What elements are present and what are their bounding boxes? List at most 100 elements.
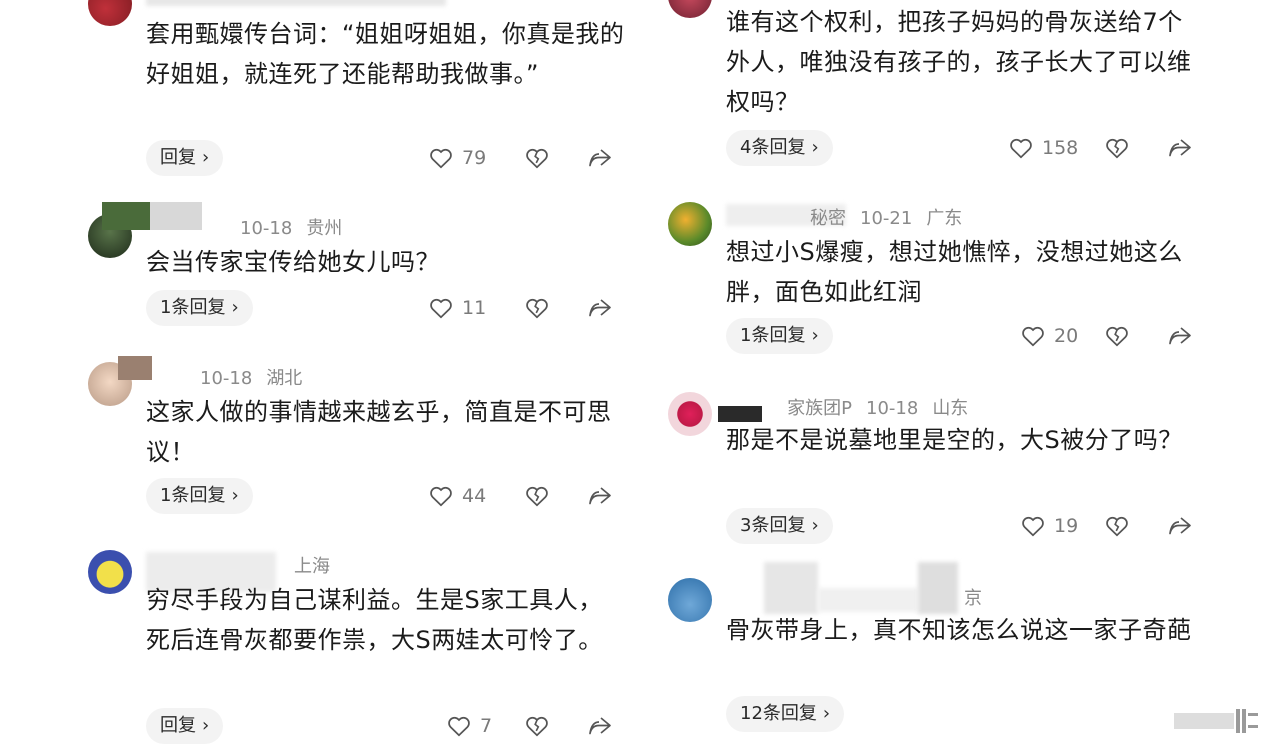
like-count: 79 [462,147,487,169]
share-arrow-icon[interactable] [586,295,614,321]
comment-actions: 44 [428,478,628,514]
watermark-icon [1174,709,1258,733]
chevron-right-icon: › [202,715,210,736]
user-name[interactable]: 秘密 [726,204,846,230]
like-button[interactable]: 158 [1008,130,1078,166]
share-arrow-icon[interactable] [1166,135,1194,161]
comment-region: 广东 [926,208,963,229]
comment-meta: 10-18 湖北 [146,364,316,390]
heart-outline-icon [430,298,452,319]
reply-label: 3条回复 [740,515,806,536]
meta-blurred [146,0,446,6]
like-button[interactable]: 7 [446,708,492,744]
like-count: 11 [462,297,487,319]
comment-actions: 79 [428,140,628,176]
reply-label: 1条回复 [160,297,226,318]
comment-text: 套用甄嬛传台词：“姐姐呀姐姐，你真是我的好姐姐，就连死了还能帮助我做事。” [146,20,625,88]
comment-actions: 20 [1008,318,1208,354]
chevron-right-icon: › [811,325,819,346]
comment-date: 10-18 [240,218,293,239]
user-name[interactable]: 家族团P [726,394,852,420]
reply-button[interactable]: 4条回复 › [726,130,833,166]
comment-region: 上海 [294,556,330,577]
like-count: 158 [1042,137,1079,159]
comment-region: 京 [964,588,982,609]
broken-heart-icon[interactable] [524,483,550,509]
reply-button[interactable]: 1条回复 › [146,478,253,514]
like-count: 7 [480,715,493,737]
reply-label: 12条回复 [740,703,817,724]
like-button[interactable]: 79 [428,140,486,176]
comment-text: 穷尽手段为自己谋利益。生是S家工具人，死后连骨灰都要作祟，大S两娃太可怜了。 [146,586,603,654]
comment-region: 湖北 [266,368,303,389]
reply-button[interactable]: 回复 › [146,708,224,744]
heart-outline-icon [1010,138,1032,159]
comment-column-right: 谁有这个权利，把孩子妈妈的骨灰送给7个外人，唯独没有孩子的，孩子长大了可以维权吗… [668,0,1228,751]
like-button[interactable]: 44 [428,478,486,514]
broken-heart-icon[interactable] [524,145,550,171]
chevron-right-icon: › [231,297,239,318]
reply-label: 回复 [160,715,196,736]
comment-meta: 上海 [146,552,344,578]
heart-outline-icon [430,148,452,169]
broken-heart-icon[interactable] [1104,323,1130,349]
comment-text: 骨灰带身上，真不知该怎么说这一家子奇葩 [726,616,1192,644]
comment-date: 10-21 [860,208,913,229]
reply-button[interactable]: 1条回复 › [726,318,833,354]
comment-meta: 家族团P 10-18 山东 [726,394,982,420]
heart-outline-icon [1022,516,1044,537]
reply-button[interactable]: 回复 › [146,140,224,176]
reply-label: 1条回复 [740,325,806,346]
comment-date: 10-18 [866,398,919,419]
user-avatar[interactable] [668,202,712,246]
chevron-right-icon: › [822,703,831,724]
like-button[interactable]: 11 [428,290,486,326]
user-avatar[interactable] [668,578,712,622]
broken-heart-icon[interactable] [524,295,550,321]
reply-button[interactable]: 12条回复 › [726,696,845,732]
comment-actions: 7 [428,708,628,744]
share-arrow-icon[interactable] [586,145,614,171]
comment-actions: 158 [1008,130,1208,166]
comment-meta: 京 [726,584,996,610]
reply-label: 1条回复 [160,485,226,506]
share-arrow-icon[interactable] [586,483,614,509]
heart-outline-icon [448,716,470,737]
user-avatar[interactable] [88,0,132,26]
comment-text: 谁有这个权利，把孩子妈妈的骨灰送给7个外人，唯独没有孩子的，孩子长大了可以维权吗… [726,8,1192,116]
chevron-right-icon: › [202,147,210,168]
reply-button[interactable]: 1条回复 › [146,290,253,326]
chevron-right-icon: › [811,515,819,536]
reply-label: 4条回复 [740,137,806,158]
broken-heart-icon[interactable] [1104,513,1130,539]
reply-button[interactable]: 3条回复 › [726,508,833,544]
heart-outline-icon [1022,326,1044,347]
watermark-logo [1174,703,1260,737]
comment-region: 贵州 [306,218,343,239]
like-count: 19 [1054,515,1079,537]
chevron-right-icon: › [811,137,819,158]
share-arrow-icon[interactable] [1166,513,1194,539]
comment-text: 想过小S爆瘦，想过她憔悴，没想过她这么胖，面色如此红润 [726,238,1183,306]
comment-meta: 秘密 10-21 广东 [726,204,976,230]
comment-date: 10-18 [200,368,253,389]
comment-column-left: 套用甄嬛传台词：“姐姐呀姐姐，你真是我的好姐姐，就连死了还能帮助我做事。” 回复… [88,0,648,751]
like-count: 20 [1054,325,1079,347]
like-count: 44 [462,485,487,507]
user-avatar[interactable] [668,0,712,18]
comment-meta: 10-18 贵州 [146,214,356,240]
comment-text: 这家人做的事情越来越玄乎，简直是不可思议！ [146,398,612,466]
comment-text: 会当传家宝传给她女儿吗？ [146,248,440,276]
broken-heart-icon[interactable] [1104,135,1130,161]
broken-heart-icon[interactable] [524,713,550,739]
comment-region: 山东 [932,398,969,419]
user-avatar[interactable] [88,550,132,594]
reply-label: 回复 [160,147,196,168]
like-button[interactable]: 20 [1020,318,1078,354]
comment-text: 那是不是说墓地里是空的，大S被分了吗？ [726,426,1183,454]
user-avatar[interactable] [668,392,712,436]
heart-outline-icon [430,486,452,507]
like-button[interactable]: 19 [1020,508,1078,544]
share-arrow-icon[interactable] [586,713,614,739]
share-arrow-icon[interactable] [1166,323,1194,349]
